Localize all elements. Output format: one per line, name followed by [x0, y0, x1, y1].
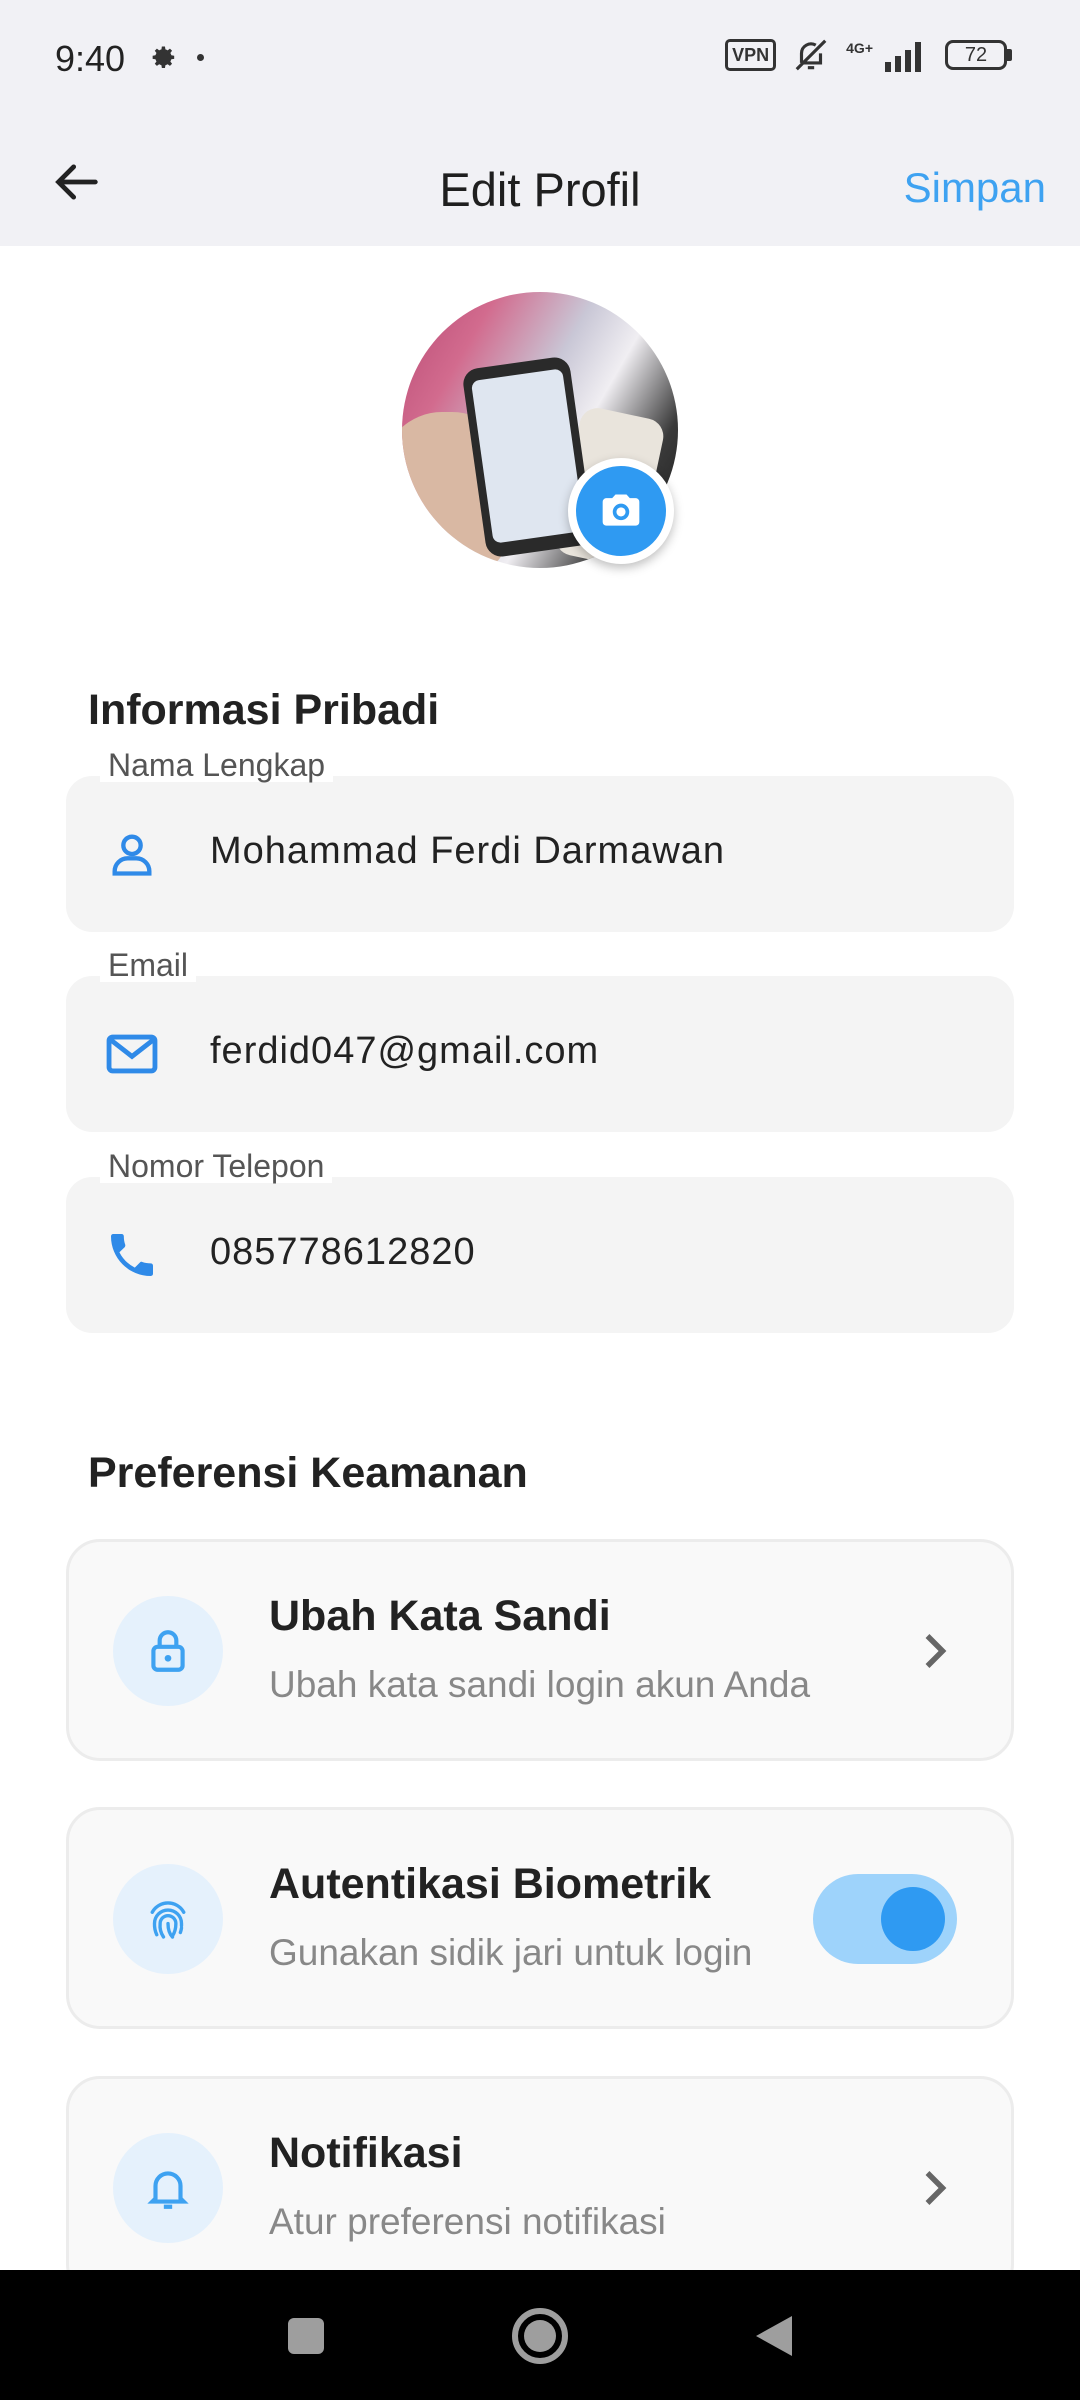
full-name-field[interactable]: Nama Lengkap Mohammad Ferdi Darmawan: [66, 748, 1014, 932]
signal-icon: [885, 42, 921, 72]
biometric-auth-title: Autentikasi Biometrik: [269, 1860, 712, 1908]
home-button[interactable]: [508, 2304, 572, 2368]
status-bar: 9:40 VPN 4G+ 72: [0, 0, 1080, 120]
lock-icon: [113, 1596, 223, 1706]
network-type: 4G+: [846, 40, 873, 56]
save-button[interactable]: Simpan: [904, 164, 1046, 212]
settings-sync-icon: [152, 46, 175, 69]
full-name-label: Nama Lengkap: [100, 748, 334, 782]
change-password-subtitle: Ubah kata sandi login akun Anda: [269, 1664, 811, 1705]
phone-input[interactable]: 085778612820: [210, 1231, 990, 1274]
change-photo-button[interactable]: [568, 458, 674, 564]
recents-button[interactable]: [274, 2304, 338, 2368]
battery-icon: 72: [945, 40, 1012, 70]
bell-off-icon: [795, 39, 827, 71]
app-bar: Edit Profil Simpan: [0, 120, 1080, 246]
status-right-icons: VPN 4G+ 72: [725, 36, 1012, 74]
chevron-right-icon: [915, 2165, 955, 2211]
email-input[interactable]: ferdid047@gmail.com: [210, 1030, 990, 1073]
battery-level: 72: [945, 40, 1007, 70]
dot-indicator: [197, 53, 204, 61]
phone-label: Nomor Telepon: [100, 1149, 333, 1183]
notifications-item[interactable]: Notifikasi Atur preferensi notifikasi: [66, 2076, 1014, 2298]
avatar-container: [402, 292, 678, 568]
full-name-input[interactable]: Mohammad Ferdi Darmawan: [210, 830, 990, 873]
battery-tip: [1007, 49, 1012, 61]
triangle-back-icon: [756, 2316, 792, 2356]
biometric-toggle[interactable]: [813, 1874, 957, 1964]
fingerprint-icon: [113, 1864, 223, 1974]
personal-info-title: Informasi Pribadi: [88, 686, 440, 734]
email-label: Email: [100, 948, 197, 982]
home-circle-icon: [512, 2308, 568, 2364]
notifications-subtitle: Atur preferensi notifikasi: [269, 2201, 666, 2242]
status-time: 9:40: [55, 38, 126, 79]
system-nav-bar: [0, 2270, 1080, 2400]
square-icon: [288, 2318, 324, 2354]
phone-icon: [100, 1223, 164, 1287]
phone-field[interactable]: Nomor Telepon 085778612820: [66, 1149, 1014, 1333]
vpn-badge: VPN: [725, 39, 777, 71]
back-nav-button[interactable]: [742, 2304, 806, 2368]
email-field[interactable]: Email ferdid047@gmail.com: [66, 948, 1014, 1132]
biometric-auth-subtitle: Gunakan sidik jari untuk login: [269, 1932, 753, 1973]
change-password-item[interactable]: Ubah Kata Sandi Ubah kata sandi login ak…: [66, 1539, 1014, 1761]
camera-icon: [602, 494, 640, 526]
change-password-title: Ubah Kata Sandi: [269, 1592, 611, 1640]
mail-icon: [100, 1022, 164, 1086]
security-title: Preferensi Keamanan: [88, 1449, 528, 1497]
person-icon: [100, 822, 164, 886]
toggle-knob: [881, 1887, 945, 1951]
status-left-icons: [145, 40, 204, 74]
notifications-title: Notifikasi: [269, 2129, 463, 2177]
biometric-auth-item: Autentikasi Biometrik Gunakan sidik jari…: [66, 1807, 1014, 2029]
bell-icon: [113, 2133, 223, 2243]
chevron-right-icon: [915, 1628, 955, 1674]
